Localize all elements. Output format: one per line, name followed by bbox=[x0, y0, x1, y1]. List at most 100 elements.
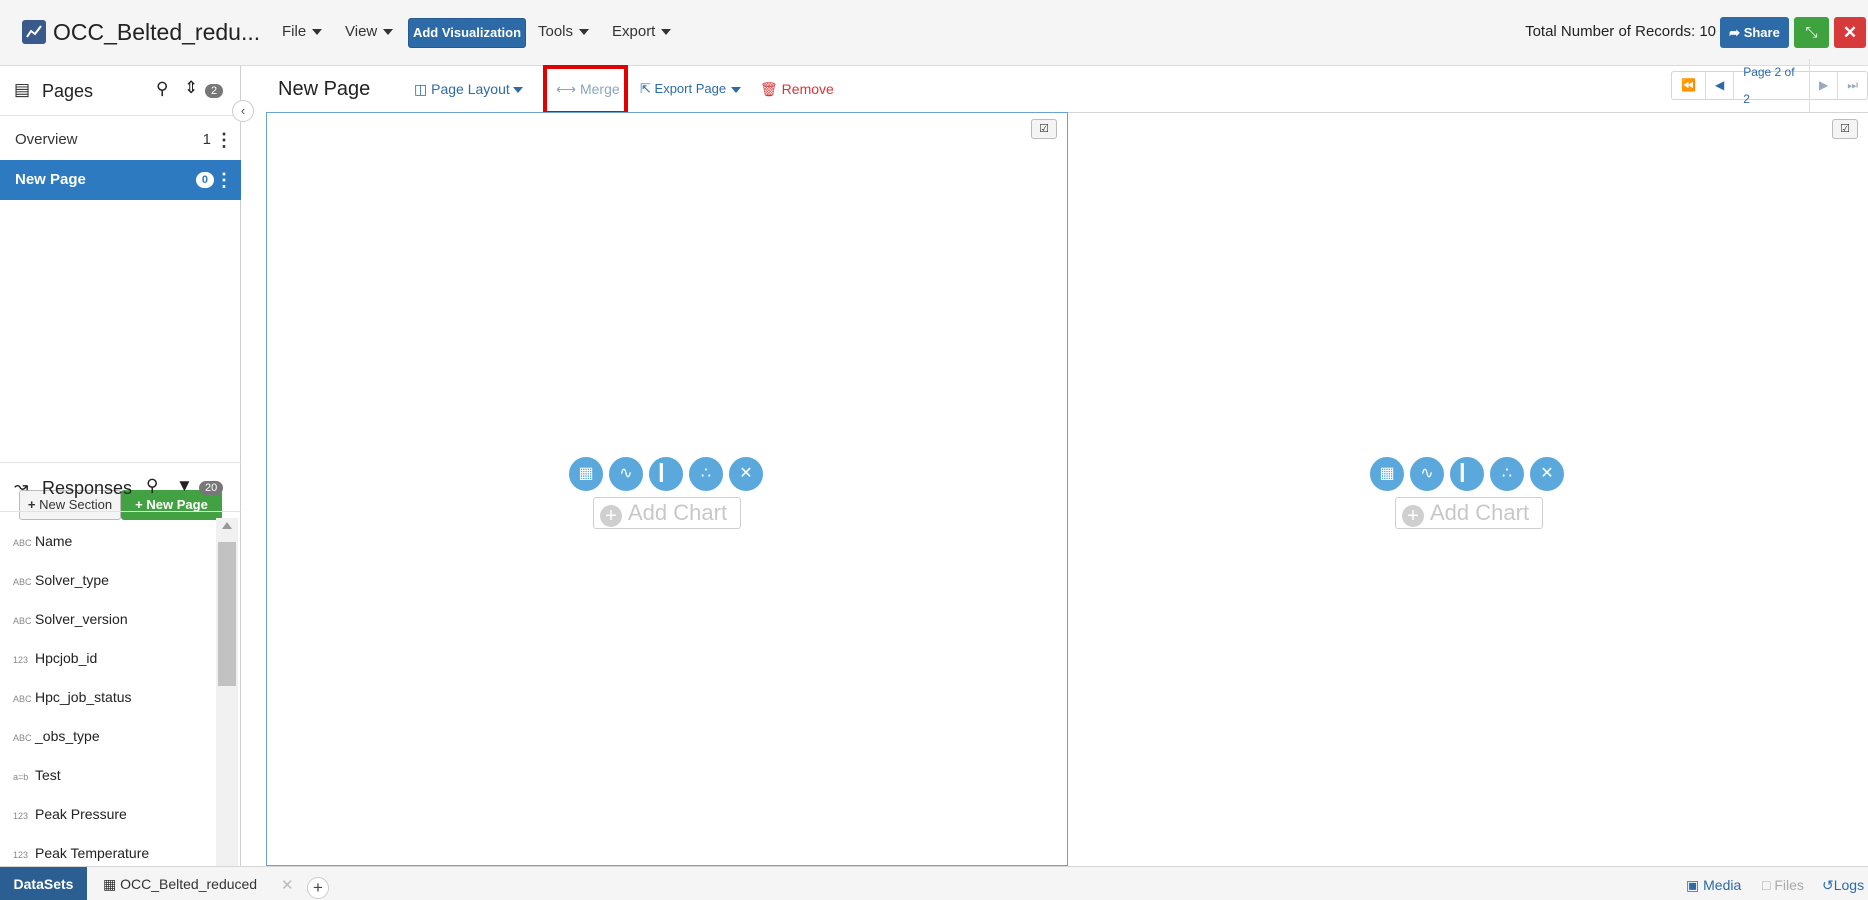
share-button[interactable]: ➦ Share bbox=[1720, 17, 1789, 48]
bar-chart-icon[interactable]: ▎ bbox=[1448, 455, 1486, 493]
parallel-chart-icon[interactable]: ✕ bbox=[1528, 455, 1566, 493]
menu-export[interactable]: Export bbox=[612, 23, 672, 40]
response-label: Peak Temperature bbox=[35, 845, 150, 861]
app-logo-icon bbox=[22, 20, 46, 44]
chart-type-icons: ▦ ∿ ▎ ∴ ✕ bbox=[567, 455, 767, 493]
responses-count-badge: 20 bbox=[199, 481, 224, 495]
next-page-icon[interactable]: ▶ bbox=[1810, 72, 1839, 99]
table-chart-icon[interactable]: ▦ bbox=[567, 455, 605, 493]
page-indicator: Page 2 of 2 bbox=[1734, 58, 1810, 113]
pages-title: Pages bbox=[42, 81, 94, 101]
page-title: New Page bbox=[278, 78, 371, 100]
responses-scrollbar[interactable] bbox=[216, 518, 238, 866]
export-page-button[interactable]: ⇱ Export Page bbox=[640, 81, 742, 97]
type-label: 123 bbox=[13, 811, 29, 821]
sort-icon[interactable]: ⇕ bbox=[184, 78, 198, 98]
export-icon: ⇱ bbox=[640, 81, 651, 96]
close-button[interactable]: ✕ bbox=[1834, 17, 1866, 48]
select-checkbox-icon[interactable]: ☑ bbox=[1832, 119, 1858, 139]
filter-icon[interactable]: ▼ bbox=[176, 476, 193, 496]
last-page-icon[interactable]: ⏭ bbox=[1838, 72, 1867, 99]
page-item-count: 0 bbox=[195, 172, 214, 188]
type-label: 123 bbox=[13, 655, 29, 665]
caret-down-icon bbox=[579, 29, 590, 36]
media-link[interactable]: ▣ Media bbox=[1686, 877, 1741, 894]
chart-type-icons: ▦ ∿ ▎ ∴ ✕ bbox=[1368, 455, 1568, 493]
logs-link[interactable]: ↺Logs bbox=[1822, 877, 1864, 894]
close-tab-icon[interactable]: ✕ bbox=[281, 876, 294, 894]
scroll-thumb[interactable] bbox=[218, 542, 236, 686]
list-item[interactable]: ABC Hpc_job_status bbox=[0, 678, 215, 717]
select-checkbox-icon[interactable]: ☑ bbox=[1031, 119, 1057, 139]
response-label: Solver_version bbox=[35, 611, 128, 627]
layout-icon: ◫ bbox=[414, 81, 428, 97]
list-item[interactable]: ABC Solver_type bbox=[0, 561, 215, 600]
type-label: ABC bbox=[13, 733, 32, 743]
expand-button[interactable]: ⤡ bbox=[1794, 17, 1829, 48]
caret-down-icon bbox=[731, 86, 742, 93]
page-item-label: Overview bbox=[15, 131, 78, 148]
remove-button[interactable]: 🗑 Remove bbox=[760, 81, 834, 98]
add-tab-button[interactable]: + bbox=[307, 877, 329, 899]
merge-highlight-box bbox=[543, 65, 628, 115]
page-item-overview[interactable]: Overview 1 ⋮ bbox=[0, 120, 241, 160]
more-options-icon[interactable]: ⋮ bbox=[215, 120, 233, 160]
page-layout-button[interactable]: ◫ Page Layout bbox=[414, 81, 523, 98]
add-chart-button[interactable]: + Add Chart bbox=[593, 497, 741, 529]
plus-circle-icon: + bbox=[1402, 505, 1424, 527]
response-label: Test bbox=[35, 767, 61, 783]
response-label: Peak Pressure bbox=[35, 806, 127, 822]
first-page-icon[interactable]: ⏪ bbox=[1672, 72, 1706, 99]
more-options-icon[interactable]: ⋮ bbox=[215, 160, 233, 200]
image-icon: ▣ bbox=[1686, 877, 1700, 893]
scatter-chart-icon[interactable]: ∴ bbox=[687, 455, 725, 493]
caret-down-icon bbox=[661, 29, 672, 36]
collapse-sidebar-button[interactable]: ‹ bbox=[232, 100, 254, 122]
scatter-chart-icon[interactable]: ∴ bbox=[1488, 455, 1526, 493]
pages-count-badge: 2 bbox=[205, 84, 224, 98]
type-label: a=b bbox=[13, 772, 29, 782]
datasets-tab[interactable]: DataSets bbox=[0, 867, 87, 900]
list-item[interactable]: a=b Test bbox=[0, 756, 215, 795]
list-item[interactable]: ABC Name bbox=[0, 522, 215, 561]
bottom-bar: DataSets ▦ OCC_Belted_reduced ✕ + ▣ Medi… bbox=[0, 866, 1868, 900]
dataset-tab[interactable]: ▦ OCC_Belted_reduced bbox=[103, 876, 257, 893]
responses-title: Responses bbox=[42, 478, 133, 498]
menu-view[interactable]: View bbox=[345, 23, 394, 40]
caret-down-icon bbox=[383, 29, 394, 36]
menu-file[interactable]: File bbox=[282, 23, 323, 40]
response-label: Hpcjob_id bbox=[35, 650, 98, 666]
visualization-panel-right[interactable]: ☑ ▦ ∿ ▎ ∴ ✕ + Add Chart bbox=[1068, 112, 1868, 866]
share-icon: ➦ bbox=[1729, 25, 1741, 40]
response-label: Name bbox=[35, 533, 73, 549]
visualization-panel-left[interactable]: ☑ ▦ ∿ ▎ ∴ ✕ + Add Chart bbox=[266, 112, 1068, 866]
table-chart-icon[interactable]: ▦ bbox=[1368, 455, 1406, 493]
pages-header: ▤ Pages ⚲ ⇕ 2 bbox=[0, 66, 241, 116]
search-icon[interactable]: ⚲ bbox=[146, 476, 158, 496]
line-chart-icon[interactable]: ∿ bbox=[1408, 455, 1446, 493]
menu-tools[interactable]: Tools bbox=[538, 23, 590, 40]
response-label: _obs_type bbox=[35, 728, 100, 744]
bar-chart-icon[interactable]: ▎ bbox=[647, 455, 685, 493]
scroll-up-arrow-icon[interactable] bbox=[222, 522, 232, 529]
caret-down-icon bbox=[512, 87, 523, 94]
responses-list: ABC Name ABC Solver_type ABC Solver_version… bbox=[0, 522, 215, 873]
list-item[interactable]: 123 Hpcjob_id bbox=[0, 639, 215, 678]
previous-page-icon[interactable]: ◀ bbox=[1706, 72, 1735, 99]
add-chart-button[interactable]: + Add Chart bbox=[1395, 497, 1543, 529]
line-chart-icon[interactable]: ∿ bbox=[607, 455, 645, 493]
page-item-new-page[interactable]: New Page 0 ⋮ bbox=[0, 160, 241, 200]
list-item[interactable]: ABC Solver_version bbox=[0, 600, 215, 639]
caret-down-icon bbox=[312, 29, 323, 36]
list-item[interactable]: ABC _obs_type bbox=[0, 717, 215, 756]
type-label: ABC bbox=[13, 694, 32, 704]
history-icon: ↺ bbox=[1822, 877, 1834, 893]
search-icon[interactable]: ⚲ bbox=[156, 79, 168, 99]
type-label: ABC bbox=[13, 577, 32, 587]
add-visualization-button[interactable]: Add Visualization bbox=[408, 18, 526, 48]
list-item[interactable]: 123 Peak Pressure bbox=[0, 795, 215, 834]
close-icon: ✕ bbox=[1842, 23, 1858, 42]
total-records: Total Number of Records: 10 bbox=[1525, 23, 1716, 40]
files-link[interactable]: □ Files bbox=[1762, 877, 1804, 893]
parallel-chart-icon[interactable]: ✕ bbox=[727, 455, 765, 493]
